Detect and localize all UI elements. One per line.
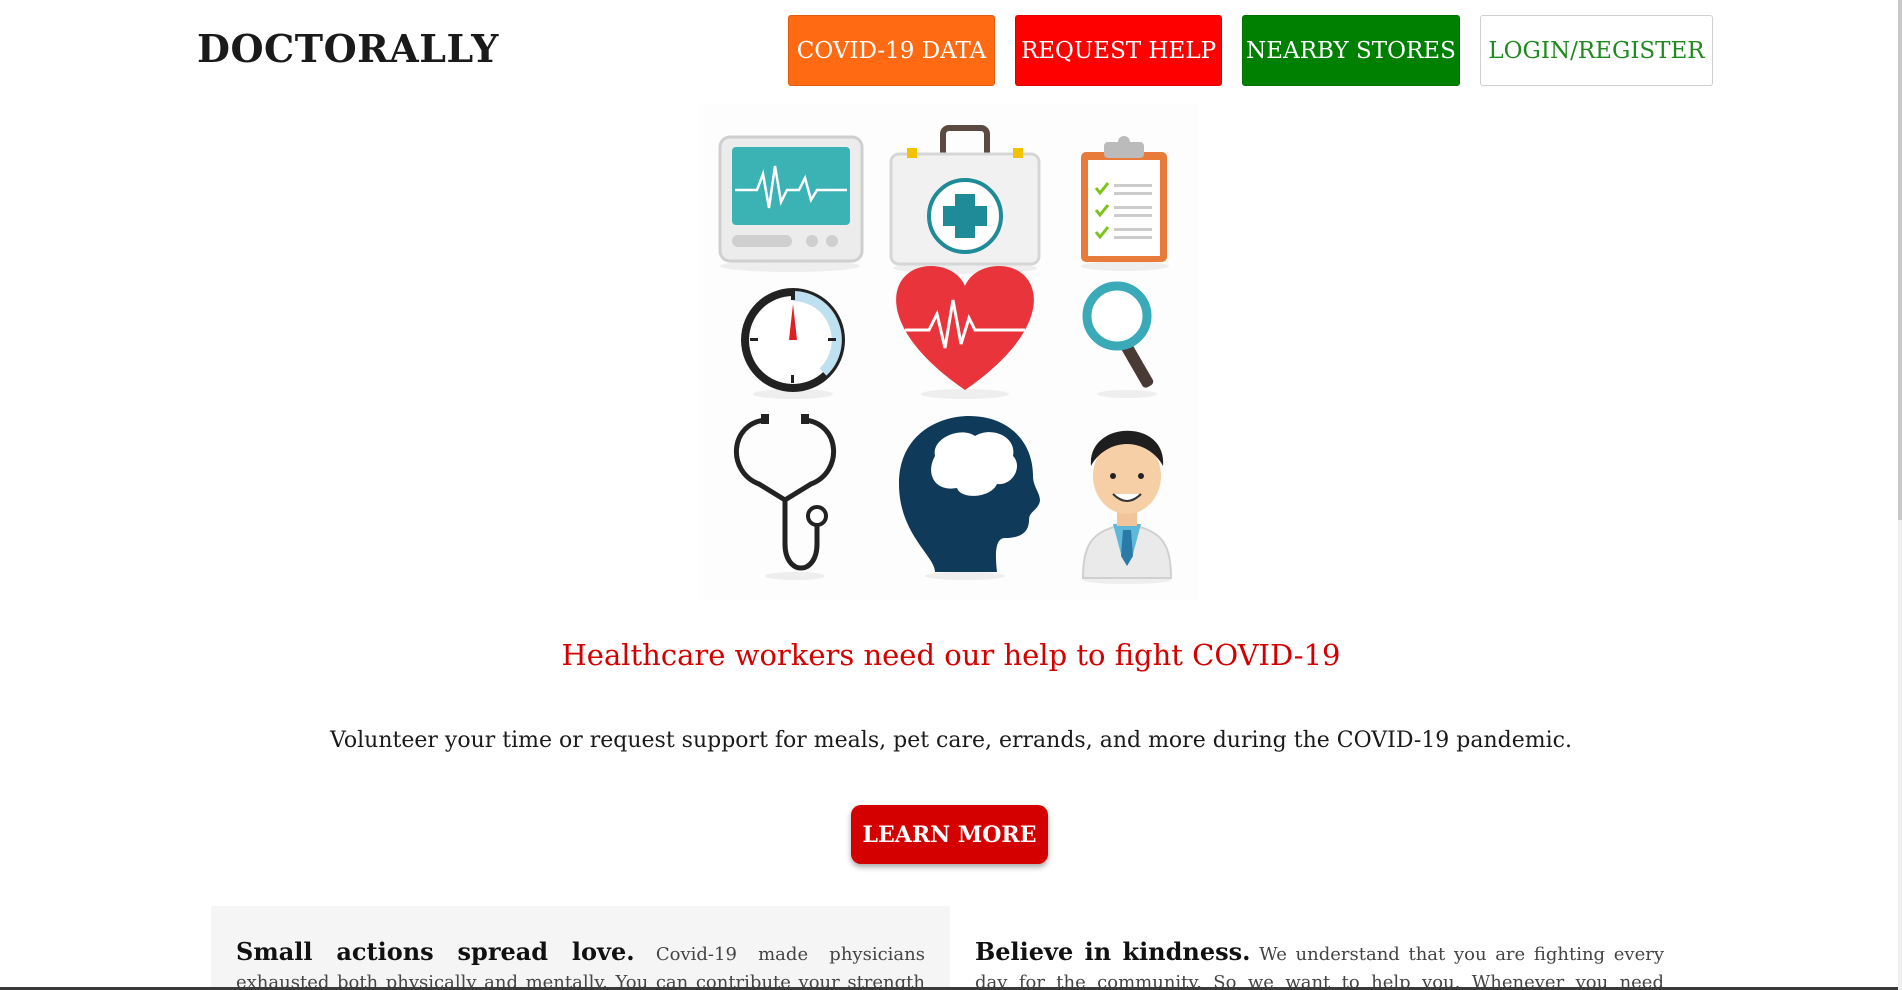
- stopwatch-icon: [741, 288, 845, 399]
- covid-data-button[interactable]: COVID-19 DATA: [788, 15, 995, 86]
- hero-subtitle: Volunteer your time or request support f…: [330, 728, 1572, 753]
- info-card-small-actions: Small actions spread love. Covid-19 made…: [211, 906, 950, 990]
- learn-more-button[interactable]: LEARN MORE: [851, 805, 1048, 864]
- login-register-button[interactable]: LOGIN/REGISTER: [1480, 15, 1713, 86]
- brand-logo[interactable]: DOCTORALLY: [197, 26, 499, 71]
- scrollbar-thumb[interactable]: [1898, 0, 1902, 520]
- top-nav: COVID-19 DATA REQUEST HELP NEARBY STORES…: [788, 15, 1713, 86]
- doctor-avatar-icon: [1081, 430, 1173, 584]
- info-card-believe-kindness: Believe in kindness. We understand that …: [950, 906, 1689, 990]
- page: DOCTORALLY COVID-19 DATA REQUEST HELP NE…: [0, 0, 1902, 990]
- request-help-button[interactable]: REQUEST HELP: [1015, 15, 1222, 86]
- heartbeat-heart-icon: [896, 266, 1034, 399]
- card-lead: Believe in kindness.: [975, 937, 1251, 966]
- clipboard-checklist-icon: [1081, 136, 1169, 271]
- brain-head-icon: [899, 416, 1040, 580]
- card-lead: Small actions spread love.: [236, 937, 635, 966]
- heart-monitor-icon: [718, 135, 864, 272]
- nearby-stores-button[interactable]: NEARBY STORES: [1242, 15, 1460, 86]
- first-aid-kit-icon: [889, 125, 1041, 274]
- hero-headline: Healthcare workers need our help to figh…: [561, 638, 1341, 672]
- stethoscope-icon: [733, 414, 837, 580]
- hero-illustration: [699, 104, 1199, 600]
- magnifying-glass-icon: [1082, 281, 1157, 398]
